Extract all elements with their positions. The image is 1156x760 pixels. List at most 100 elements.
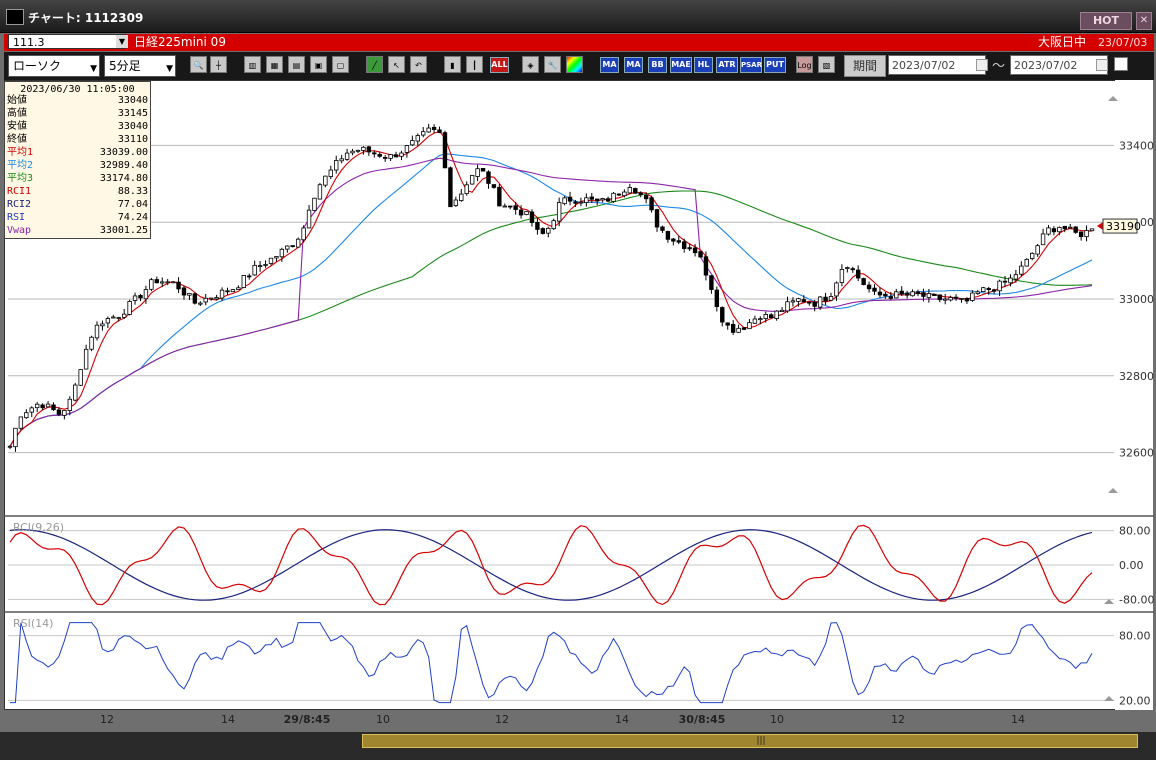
candle-body [247,275,252,278]
candle-body [730,324,736,333]
candle-body [279,248,285,258]
candle-body [676,240,681,243]
candle-body [1057,226,1062,233]
info-row-low: 安値 33040 [7,121,148,132]
candle-body [649,197,654,211]
candle-body [241,275,246,288]
candle-body [323,175,328,186]
candle-body [856,269,861,279]
scroll-grip-icon[interactable]: ||| [755,735,767,747]
candle-body [127,301,132,315]
candle-body [426,127,431,133]
candle-body [497,186,502,207]
candle-body [154,279,160,284]
candle-body [208,297,214,300]
candle-body [339,158,344,162]
candle-body [682,241,687,249]
candle-body [78,369,83,386]
candle-body [942,298,948,301]
price-tick-label: 33400 [1119,139,1154,152]
candle-body [747,322,752,330]
candle-body [915,291,921,295]
candle-body [752,318,758,324]
candle-body [486,171,491,184]
current-price-marker [1097,222,1103,231]
candle-body [165,281,170,284]
rci-panel-label: RCI(9,26) [13,521,64,534]
candle-body [812,301,817,307]
candle-body [611,192,616,202]
candle-body [1089,228,1095,232]
candle-body [535,221,540,230]
candle-body [437,129,442,133]
x-axis-label: 14 [1011,713,1025,726]
panel-scroll-icon[interactable] [1108,96,1118,101]
candle-body [692,247,698,254]
candle-body [883,293,888,297]
navigator-scroll-thumb[interactable] [362,734,1138,748]
candle-body [769,314,774,319]
candle-body [589,196,594,200]
candle-body [622,191,627,197]
candle-body [366,146,372,153]
candle-body [937,294,942,301]
candle-body [899,290,904,295]
price-tick-label-partial: 00 [1140,216,1154,229]
vwap-line [9,157,1093,447]
candle-body [801,299,807,303]
candle-body [393,154,399,158]
candle-body [785,301,790,312]
candle-body [660,226,665,231]
candle-body [410,140,415,146]
candle-body [1073,226,1078,233]
info-row-close: 終値 33110 [7,134,148,145]
candle-body [796,298,801,302]
candle-body [1029,252,1035,259]
moving-average-lines [9,130,1093,447]
candle-body [51,404,56,411]
candle-body [1019,265,1024,275]
x-axis-label: 14 [221,713,235,726]
candle-body [616,193,622,196]
candle-body [671,238,676,242]
candle-body [404,145,410,153]
candle-body [317,184,323,200]
candle-body [105,318,111,324]
candle-body [372,152,377,155]
candle-body [214,297,219,300]
info-row-open: 始値 33040 [7,95,148,106]
candle-body [959,298,964,300]
panel-scroll-icon[interactable] [1104,696,1114,701]
candle-body [741,327,747,330]
candle-body [187,292,192,296]
candle-body [219,289,225,299]
candle-body [605,198,611,202]
rsi-panel-label: RSI(14) [13,617,53,630]
candle-body [421,131,426,136]
x-axis-label: 10 [770,713,784,726]
grid-lines [4,144,1154,701]
candle-body [116,317,121,319]
candle-body [257,265,263,267]
info-row-ma3: 平均3 33174.80 [7,173,148,184]
candle-body [926,293,932,298]
candle-body [850,268,855,271]
candle-body [29,407,34,413]
axis-labels: 33400 33000 32800 32600 00 80.00 0.00 -80.00 80.… [13,96,1154,726]
info-row-rci1: RCI1 88.33 [7,186,148,197]
candle-body [268,257,274,264]
chart-canvas[interactable]: 33400 33000 32800 32600 00 80.00 0.00 -80.00 80.… [0,0,1156,760]
candle-body [448,167,453,208]
candle-body [62,410,67,416]
candle-body [67,398,73,411]
candle-body [7,445,13,448]
candle-body [399,152,404,157]
candle-body [508,205,513,208]
panel-scroll-icon[interactable] [1108,488,1118,493]
candle-body [149,279,154,290]
x-axis-label: 12 [100,713,114,726]
candle-body [198,302,203,305]
info-row-vwap: Vwap 33001.25 [7,225,148,236]
candle-body [981,287,986,292]
candle-body [779,309,785,313]
